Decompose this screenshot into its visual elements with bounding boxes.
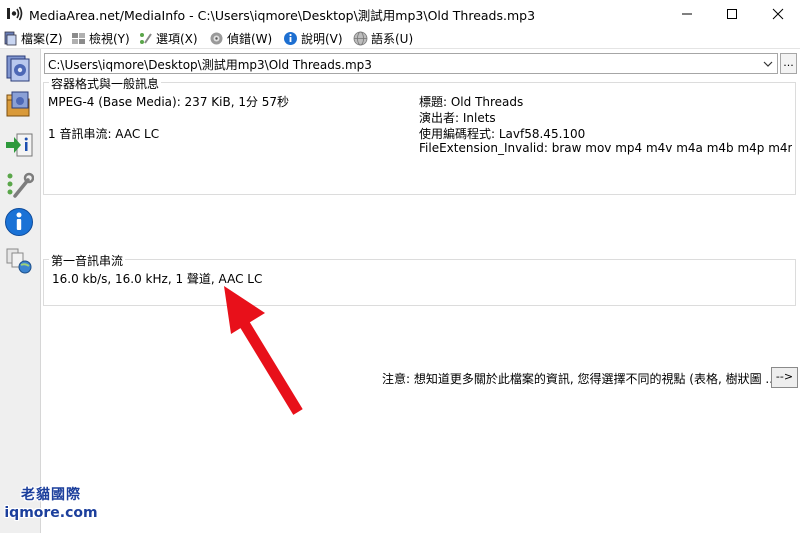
menu-view[interactable]: 檢視(Y): [71, 29, 130, 47]
audio-stream-legend: 第一音訊串流: [49, 252, 126, 269]
menu-debug[interactable]: 偵錯(W): [209, 29, 272, 47]
audio-stream-info: 16.0 kb/s, 16.0 kHz, 1 聲道, AAC LC: [52, 272, 263, 286]
export-button[interactable]: [3, 129, 35, 161]
menu-view-label: 檢視(Y): [89, 31, 130, 46]
menu-options-label: 選項(X): [156, 31, 198, 46]
menu-help[interactable]: 說明(V): [283, 29, 343, 47]
change-view-button[interactable]: -->: [771, 367, 798, 388]
general-info-legend: 容器格式與一般訊息: [49, 75, 162, 92]
watermark: 老貓國際 iqmore.com: [4, 486, 98, 522]
options-icon: [138, 31, 153, 46]
audio-stream-count: 1 音訊串流: AAC LC: [48, 127, 160, 141]
window-title: MediaArea.net/MediaInfo - C:\Users\iqmor…: [29, 8, 536, 23]
menu-language-label: 語系(U): [371, 31, 414, 46]
browse-button[interactable]: ...: [780, 53, 797, 74]
file-select-dropdown[interactable]: C:\Users\iqmore\Desktop\測試用mp3\Old Threa…: [44, 53, 778, 74]
sidebar-toolbar: [0, 49, 41, 533]
title-bar: MediaArea.net/MediaInfo - C:\Users\iqmor…: [0, 0, 800, 27]
open-file-button[interactable]: [3, 52, 35, 84]
tag-file-extension: FileExtension_Invalid: braw mov mp4 m4v …: [419, 141, 792, 155]
documents-globe-icon: [6, 248, 32, 274]
mediainfo-app-icon: [7, 6, 23, 21]
maximize-icon: [727, 8, 737, 19]
view-icon: [71, 31, 86, 46]
menu-language[interactable]: 語系(U): [353, 29, 413, 47]
open-folder-icon: [6, 91, 30, 117]
tag-title: 標題: Old Threads: [419, 95, 524, 109]
menu-file[interactable]: 檔案(Z): [3, 29, 63, 47]
menu-help-label: 說明(V): [301, 31, 343, 46]
minimize-icon: [682, 13, 692, 14]
open-folder-button[interactable]: [3, 89, 35, 121]
tag-encoder: 使用編碼程式: Lavf58.45.100: [419, 127, 586, 141]
menu-bar: 檔案(Z) 檢視(Y) 選項(X) 偵錯(W) 說明(V) 語系(U): [0, 27, 800, 49]
view-hint-note: 注意: 想知道更多關於此檔案的資訊, 您得選擇不同的視點 (表格, 樹狀圖 ..…: [382, 372, 782, 386]
help-icon: [283, 31, 298, 46]
debug-icon: [209, 31, 224, 46]
minimize-button[interactable]: [664, 0, 710, 27]
preferences-tools-icon: [7, 172, 34, 198]
maximize-button[interactable]: [709, 0, 755, 27]
menu-options[interactable]: 選項(X): [138, 29, 198, 47]
language-icon: [353, 31, 368, 46]
close-icon: [772, 8, 784, 19]
about-button[interactable]: [3, 206, 35, 238]
export-info-icon: [6, 133, 33, 157]
preferences-button[interactable]: [3, 169, 35, 201]
format-info: MPEG-4 (Base Media): 237 KiB, 1分 57秒: [48, 95, 290, 109]
open-file-icon: [6, 55, 30, 82]
chevron-down-icon[interactable]: [761, 57, 775, 71]
menu-file-label: 檔案(Z): [21, 31, 63, 46]
knowledge-base-button[interactable]: [3, 245, 35, 277]
file-path-value: C:\Users\iqmore\Desktop\測試用mp3\Old Threa…: [48, 58, 372, 72]
watermark-line-2: iqmore.com: [4, 505, 98, 521]
info-icon: [5, 208, 33, 236]
watermark-line-1: 老貓國際: [21, 487, 81, 503]
close-button[interactable]: [755, 0, 800, 27]
file-icon: [3, 31, 18, 46]
tag-performer: 演出者: Inlets: [419, 111, 496, 125]
menu-debug-label: 偵錯(W): [227, 31, 273, 46]
